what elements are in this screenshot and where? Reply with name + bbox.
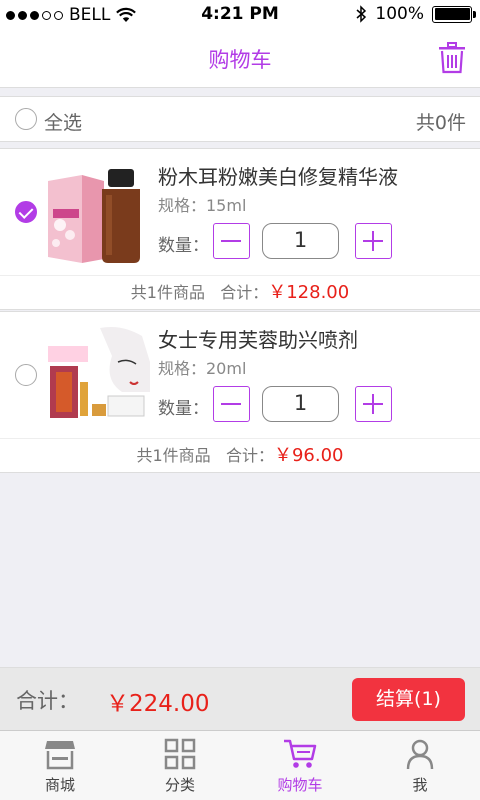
tab-category[interactable]: 分类 [120, 731, 240, 800]
item-summary-price: ￥96.00 [273, 445, 344, 466]
item-summary: 共1件商品 合计：￥96.00 [0, 438, 480, 474]
quantity-field[interactable]: 1 [262, 386, 339, 422]
bluetooth-icon [356, 5, 367, 23]
minus-icon [221, 240, 241, 242]
total-value: ￥224.00 [106, 691, 210, 717]
item-count: 共0件 [415, 112, 466, 134]
user-icon [406, 739, 434, 770]
select-all-row: 全选 共0件 [0, 96, 480, 142]
cart-item: 粉木耳粉嫩美白修复精华液 规格：15ml 数量： 1 共1件商品 合计：￥128… [0, 148, 480, 310]
store-icon [45, 741, 75, 770]
item-summary-count: 共1件商品 [130, 283, 205, 302]
status-right: 100% [356, 4, 476, 24]
nav-bar: 购物车 [0, 30, 480, 88]
item-summary-total-label: 合计： [225, 446, 274, 465]
product-spec: 规格：15ml [158, 196, 247, 215]
cart-icon [284, 739, 317, 768]
checkout-bar: 合计： ￥224.00 结算(1) [0, 667, 480, 730]
quantity-label: 数量： [158, 236, 209, 256]
increase-button[interactable] [355, 223, 392, 259]
trash-icon[interactable] [438, 42, 466, 74]
item-summary-count: 共1件商品 [136, 446, 211, 465]
product-image[interactable] [42, 322, 150, 430]
item-summary-price: ￥128.00 [268, 282, 350, 303]
increase-button[interactable] [355, 386, 392, 422]
tab-label: 我 [412, 776, 428, 794]
tab-label: 购物车 [277, 776, 323, 794]
decrease-button[interactable] [213, 223, 250, 259]
decrease-button[interactable] [213, 386, 250, 422]
product-name[interactable]: 粉木耳粉嫩美白修复精华液 [158, 161, 398, 190]
total-label: 合计： [16, 689, 79, 713]
tab-bar: 商城 分类 购物车 我 [0, 730, 480, 800]
cart-item: 女士专用芙蓉助兴喷剂 规格：20ml 数量： 1 共1件商品 合计：￥96.00 [0, 311, 480, 473]
minus-icon [221, 403, 241, 405]
item-checkbox[interactable] [15, 201, 37, 223]
item-summary: 共1件商品 合计：￥128.00 [0, 275, 480, 311]
tab-store[interactable]: 商城 [0, 731, 120, 800]
tab-cart[interactable]: 购物车 [240, 731, 360, 800]
item-summary-total-label: 合计： [220, 283, 269, 302]
quantity-label: 数量： [158, 399, 209, 419]
select-all-label[interactable]: 全选 [44, 108, 82, 135]
quantity-field[interactable]: 1 [262, 223, 339, 259]
page-title: 购物车 [208, 48, 272, 72]
battery-percent: 100% [375, 4, 424, 24]
tab-me[interactable]: 我 [360, 731, 480, 800]
tab-label: 商城 [44, 776, 75, 794]
product-image[interactable] [42, 159, 150, 267]
grid-icon [164, 738, 196, 770]
select-all-checkbox[interactable] [15, 108, 37, 130]
product-name[interactable]: 女士专用芙蓉助兴喷剂 [158, 324, 358, 353]
product-spec: 规格：20ml [158, 359, 247, 378]
tab-label: 分类 [164, 776, 195, 794]
status-bar: BELL 4:21 PM 100% [0, 0, 480, 30]
battery-icon [432, 5, 476, 23]
item-checkbox[interactable] [15, 364, 37, 386]
checkout-button[interactable]: 结算(1) [352, 678, 465, 721]
